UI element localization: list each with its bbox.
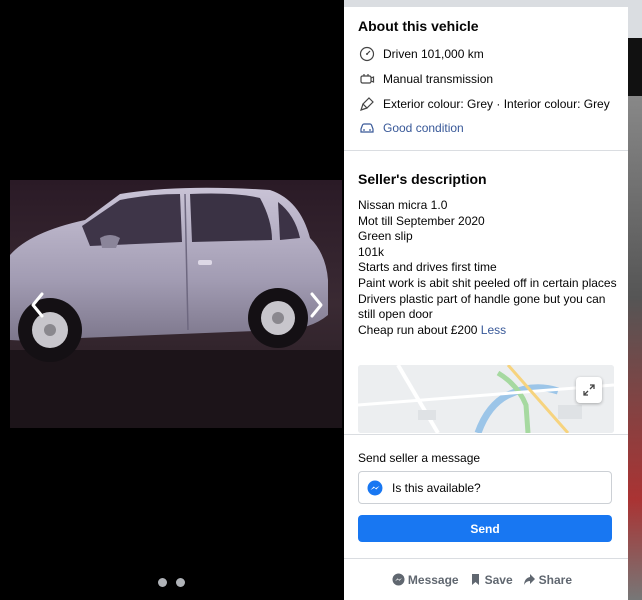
description-line: Green slip bbox=[358, 229, 413, 244]
about-vehicle-title: About this vehicle bbox=[358, 18, 479, 34]
photo-dot-1[interactable] bbox=[158, 578, 167, 587]
message-seller-section: Send seller a message Is this available?… bbox=[344, 434, 628, 558]
condition-row[interactable]: Good condition bbox=[358, 116, 620, 141]
messenger-icon bbox=[367, 480, 383, 495]
condition-text[interactable]: Good condition bbox=[383, 121, 464, 135]
car-icon bbox=[358, 119, 376, 137]
paint-brush-icon bbox=[358, 95, 376, 113]
seller-description-section: Seller's description Nissan micra 1.0 Mo… bbox=[358, 171, 620, 338]
background-right-strip bbox=[626, 96, 642, 600]
message-input[interactable]: Is this available? bbox=[358, 471, 612, 504]
save-action-label[interactable]: Save bbox=[485, 573, 513, 587]
listing-details-panel: About this vehicle Driven 101,000 km Man… bbox=[344, 7, 628, 600]
listing-actions: Message Save Share bbox=[344, 558, 628, 600]
share-action-label[interactable]: Share bbox=[539, 573, 572, 587]
description-line: 101k bbox=[358, 244, 385, 259]
message-input-value[interactable]: Is this available? bbox=[392, 481, 481, 495]
description-last-line: Cheap run about £200 Less bbox=[358, 323, 620, 339]
previous-photo-icon[interactable] bbox=[28, 290, 48, 320]
location-map[interactable] bbox=[358, 365, 614, 433]
messenger-icon bbox=[392, 573, 405, 586]
message-seller-title: Send seller a message bbox=[358, 451, 481, 465]
transmission-text: Manual transmission bbox=[383, 72, 494, 87]
vehicle-photo bbox=[10, 180, 342, 428]
description-line: Mot till September 2020 bbox=[358, 213, 485, 228]
description-line: Cheap run about £200 bbox=[358, 322, 478, 337]
seller-description-text: Nissan micra 1.0 Mot till September 2020… bbox=[358, 198, 620, 338]
transmission-icon bbox=[358, 70, 376, 88]
description-line: Starts and drives first time bbox=[358, 260, 497, 275]
save-action[interactable]: Save bbox=[469, 573, 513, 587]
message-action-label[interactable]: Message bbox=[408, 573, 459, 587]
next-photo-icon[interactable] bbox=[306, 290, 326, 320]
seller-description-title: Seller's description bbox=[358, 171, 487, 187]
speedometer-icon bbox=[358, 45, 376, 63]
description-line: Nissan micra 1.0 bbox=[358, 198, 448, 212]
photo-pagination bbox=[158, 578, 185, 587]
mileage-text: Driven 101,000 km bbox=[383, 47, 484, 62]
share-icon bbox=[523, 574, 535, 585]
about-vehicle-section: About this vehicle Driven 101,000 km Man… bbox=[358, 18, 620, 141]
section-divider bbox=[344, 150, 628, 151]
expand-icon bbox=[583, 384, 595, 396]
description-line: Paint work is abit shit peeled off in ce… bbox=[358, 275, 617, 290]
bookmark-icon bbox=[471, 574, 479, 585]
colour-row: Exterior colour: Grey · Interior colour:… bbox=[358, 91, 620, 116]
less-link[interactable]: Less bbox=[481, 323, 506, 337]
car-image bbox=[10, 180, 342, 428]
send-button[interactable]: Send bbox=[358, 515, 612, 542]
message-action[interactable]: Message bbox=[392, 573, 459, 587]
mileage-row: Driven 101,000 km bbox=[358, 42, 620, 67]
description-line: Drivers plastic part of handle gone but … bbox=[358, 291, 606, 322]
colour-text: Exterior colour: Grey · Interior colour:… bbox=[383, 96, 610, 111]
photo-dot-2[interactable] bbox=[176, 578, 185, 587]
photo-viewer bbox=[0, 0, 344, 600]
expand-map-button[interactable] bbox=[576, 377, 602, 403]
share-action[interactable]: Share bbox=[523, 573, 572, 587]
transmission-row: Manual transmission bbox=[358, 67, 620, 92]
